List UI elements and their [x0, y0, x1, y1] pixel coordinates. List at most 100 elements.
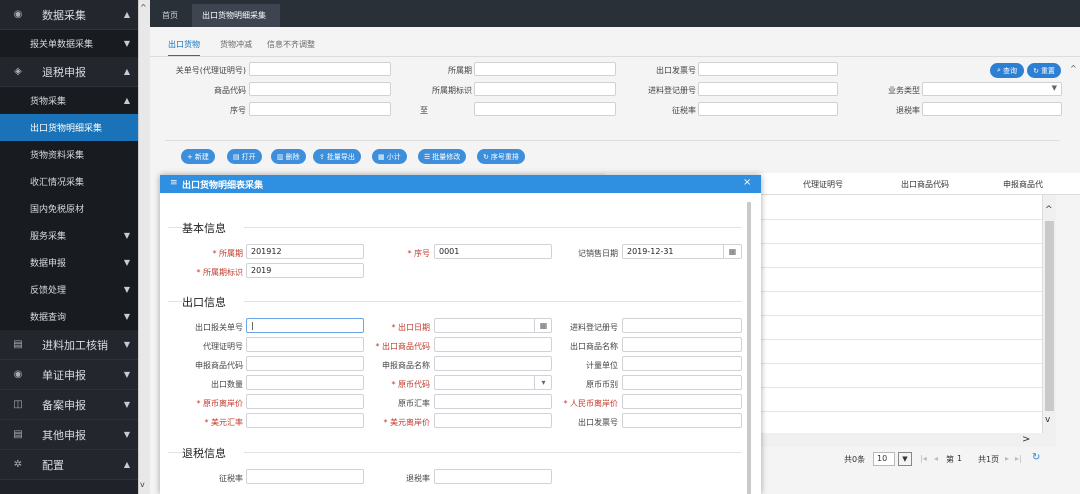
search-refund-rate-input[interactable] — [922, 102, 1062, 116]
usd-rate-input[interactable] — [246, 413, 364, 428]
sidebar-item-4[interactable]: 出口货物明细采集 — [0, 114, 138, 141]
calendar-icon[interactable]: ▦ — [723, 244, 741, 259]
grid-vertical-scrollbar[interactable]: ^ v — [1042, 195, 1056, 433]
prev-page-icon[interactable]: ◂ — [934, 454, 938, 463]
exchange-rate-input[interactable] — [434, 394, 552, 409]
search-invoice-input[interactable] — [698, 62, 838, 76]
scroll-thumb[interactable] — [1045, 221, 1054, 411]
chevron-up-icon[interactable]: ^ — [1070, 64, 1077, 73]
sidebar-item-0[interactable]: ◉ 数据采集 ▲ — [0, 0, 138, 30]
refresh-icon[interactable]: ↻ — [1032, 452, 1040, 463]
sidebar-item-label: 货物资料采集 — [30, 151, 85, 161]
open-button[interactable]: ▤ 打开 — [227, 149, 262, 164]
fob-rmb-input[interactable] — [622, 394, 742, 409]
sidebar-item-2[interactable]: ◈ 退税申报 ▲ — [0, 57, 138, 87]
search-seq-from-input[interactable] — [249, 102, 391, 116]
page-size-select[interactable]: 10 — [873, 452, 895, 466]
period-flag-input[interactable]: 2019 — [246, 263, 364, 278]
label-export-customs-no: 出口报关单号 — [195, 323, 243, 332]
sidebar-item-16[interactable]: ✲ 配置 ▲ — [0, 450, 138, 480]
sidebar-item-11[interactable]: 数据查询 ▼ — [0, 303, 138, 330]
tab-home[interactable]: 首页 — [152, 4, 188, 27]
currency-type-input[interactable] — [622, 375, 742, 390]
scroll-right-icon[interactable]: > — [1022, 434, 1030, 445]
fob-usd-input[interactable] — [434, 413, 552, 428]
search-label-to: 至 — [420, 106, 428, 115]
modal-dialog: ≡ 出口货物明细表采集 × 基本信息 * 所属期 201912 * 序号 000… — [160, 175, 761, 494]
sidebar-item-9[interactable]: 数据申报 ▼ — [0, 249, 138, 276]
sidebar-item-14[interactable]: ◫ 备案申报 ▼ — [0, 390, 138, 420]
sidebar-item-13[interactable]: ◉ 单证申报 ▼ — [0, 360, 138, 390]
scroll-up-icon[interactable]: ^ — [1045, 205, 1053, 215]
chevron-down-icon[interactable]: ▼ — [898, 452, 912, 466]
page-number-input[interactable]: 1 — [957, 454, 962, 463]
sidebar-item-7[interactable]: 国内免税原材 — [0, 195, 138, 222]
batch-export-button[interactable]: ⇪ 批量导出 — [313, 149, 361, 164]
grid-header-export-code[interactable]: 出口商品代码 — [901, 179, 949, 190]
search-biz-type-select[interactable]: ▼ — [922, 82, 1062, 96]
calendar-icon[interactable]: ▦ — [534, 318, 552, 333]
import-reg-input[interactable] — [622, 318, 742, 333]
sidebar-item-5[interactable]: 货物资料采集 — [0, 141, 138, 168]
grid-header-declare-code[interactable]: 申报商品代 — [1003, 179, 1043, 190]
subtotal-button[interactable]: ▦ 小计 — [372, 149, 407, 164]
unit-input[interactable] — [622, 356, 742, 371]
scroll-down-icon[interactable]: v — [140, 480, 149, 489]
export-invoice-input[interactable] — [622, 413, 742, 428]
next-page-icon[interactable]: ▸ — [1005, 454, 1009, 463]
close-icon[interactable]: × — [743, 177, 751, 188]
batch-edit-button[interactable]: ☰ 批量修改 — [418, 149, 467, 164]
period-input[interactable]: 201912 — [246, 244, 364, 259]
refund-rate-input[interactable] — [434, 469, 552, 484]
first-page-icon[interactable]: |◂ — [920, 454, 927, 463]
scroll-down-icon[interactable]: v — [1045, 415, 1050, 425]
seq-input[interactable]: 0001 — [434, 244, 552, 259]
export-customs-no-input[interactable]: | — [246, 318, 364, 333]
search-seq-to-input[interactable] — [474, 102, 616, 116]
sidebar-item-3[interactable]: 货物采集 ▲ — [0, 87, 138, 114]
search-customs-no-input[interactable] — [249, 62, 391, 76]
last-page-icon[interactable]: ▸| — [1015, 454, 1022, 463]
delete-label: 删除 — [285, 152, 300, 161]
levy-rate-input[interactable] — [246, 469, 364, 484]
chevron-down-icon[interactable]: ▾ — [534, 375, 552, 390]
sidebar-item-10[interactable]: 反馈处理 ▼ — [0, 276, 138, 303]
search-period-input[interactable] — [474, 62, 616, 76]
subtab-goods-offset[interactable]: 货物冲减 — [220, 39, 252, 50]
agent-cert-input[interactable] — [246, 337, 364, 352]
sidebar-item-8[interactable]: 服务采集 ▼ — [0, 222, 138, 249]
subtab-info-adjust[interactable]: 信息不齐调整 — [267, 39, 315, 50]
search-commodity-code-input[interactable] — [249, 82, 391, 96]
subtab-export-goods[interactable]: 出口货物 — [168, 39, 200, 57]
label-import-reg: 进料登记册号 — [570, 323, 618, 332]
new-button[interactable]: + 新建 — [181, 149, 215, 164]
search-import-reg-input[interactable] — [698, 82, 838, 96]
grid-header-agent-cert[interactable]: 代理证明号 — [803, 179, 843, 190]
search-period-flag-input[interactable] — [474, 82, 616, 96]
sidebar-item-label: 收汇情况采集 — [30, 178, 85, 188]
tab-export-detail[interactable]: 出口货物明细采集 × — [192, 4, 280, 43]
query-button[interactable]: ⌕ 查询 — [990, 63, 1024, 78]
scroll-up-icon[interactable]: ^ — [140, 3, 149, 12]
sidebar-item-15[interactable]: ▤ 其他申报 ▼ — [0, 420, 138, 450]
declare-name-input[interactable] — [434, 356, 552, 371]
label-refund-rate: 退税率 — [406, 474, 430, 483]
sidebar-item-12[interactable]: ▤ 进料加工核销 ▼ — [0, 330, 138, 360]
sidebar-scrollbar[interactable]: ^ v — [138, 0, 150, 494]
reorder-button[interactable]: ↻ 序号重排 — [477, 149, 525, 164]
sidebar-item-1[interactable]: 报关单数据采集 ▼ — [0, 30, 138, 57]
fob-original-input[interactable] — [246, 394, 364, 409]
modal-scrollbar[interactable] — [747, 202, 751, 494]
export-code-input[interactable] — [434, 337, 552, 352]
sidebar-item-6[interactable]: 收汇情况采集 — [0, 168, 138, 195]
grid-horizontal-scrollbar[interactable]: > — [760, 433, 1056, 447]
section-title-basic: 基本信息 — [182, 222, 226, 235]
label-currency-code: * 原币代码 — [391, 380, 430, 389]
search-levy-rate-input[interactable] — [698, 102, 838, 116]
quantity-input[interactable] — [246, 375, 364, 390]
reset-button[interactable]: ↻ 重置 — [1027, 63, 1061, 78]
export-name-input[interactable] — [622, 337, 742, 352]
delete-button[interactable]: ▥ 删除 — [271, 149, 306, 164]
chevron-up-icon: ▲ — [123, 96, 131, 105]
declare-code-input[interactable] — [246, 356, 364, 371]
